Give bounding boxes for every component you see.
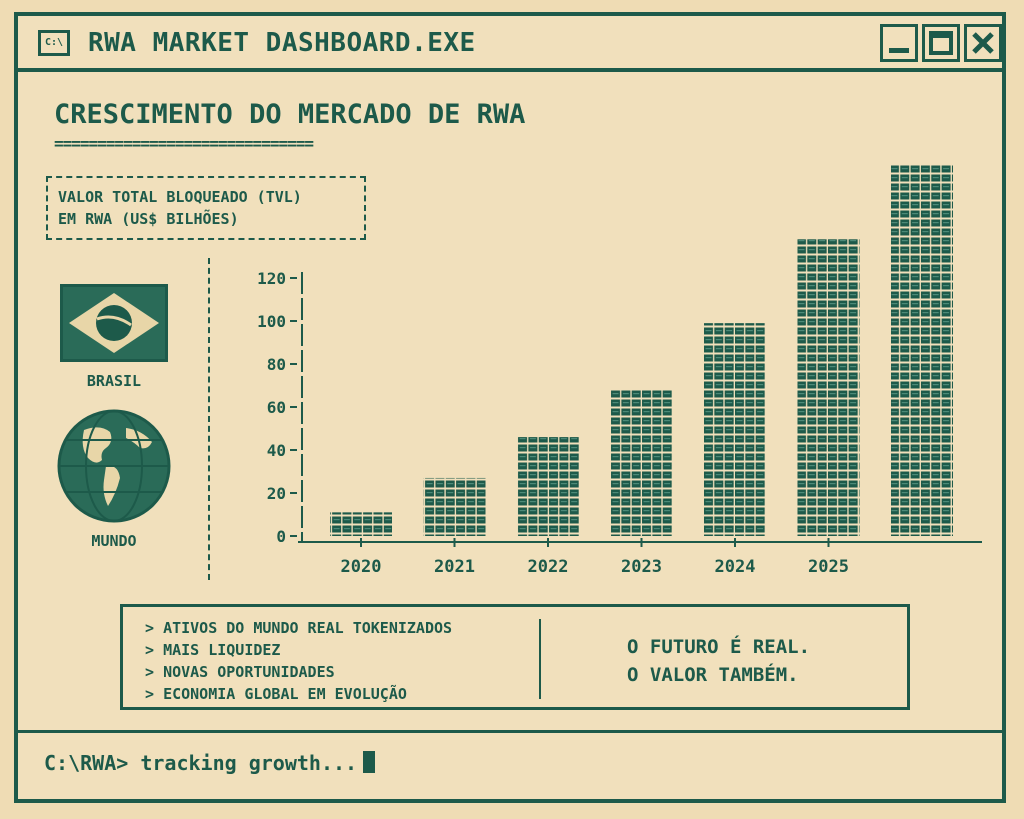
title-bar[interactable]: C:\ RWA MARKET DASHBOARD.EXE (18, 16, 1002, 72)
bar (704, 323, 766, 536)
slogan-line-2: O VALOR TAMBÉM. (627, 664, 799, 686)
cursor (363, 751, 376, 773)
bar (517, 437, 579, 536)
y-tick-label: 20 (267, 484, 286, 503)
close-icon (972, 32, 994, 54)
tvl-bar-chart: 0 20 40 60 80 100 120 2020 2021 2022 2023 2024 2025 (257, 164, 982, 577)
slogan-line-1: O FUTURO É REAL. (627, 636, 811, 658)
feature-item: > NOVAS OPORTUNIDADES (145, 663, 335, 681)
y-tick-label: 0 (276, 527, 286, 546)
maximize-button[interactable] (922, 24, 960, 62)
feature-item: > ATIVOS DO MUNDO REAL TOKENIZADOS (145, 619, 453, 637)
terminal-icon: C:\ (38, 30, 70, 56)
feature-item: > MAIS LIQUIDEZ (145, 641, 281, 659)
bar (330, 512, 392, 536)
bar (610, 389, 673, 536)
close-button[interactable] (964, 24, 1002, 62)
terminal-bar[interactable]: C:\RWA> tracking growth... (18, 730, 1002, 796)
y-tick-label: 40 (267, 441, 286, 460)
terminal-prompt: C:\RWA> tracking growth... (44, 751, 376, 775)
y-tick-label: 80 (267, 355, 286, 374)
feature-item: > ECONOMIA GLOBAL EM EVOLUÇÃO (145, 685, 407, 703)
x-tick-label: 2021 (434, 557, 475, 577)
y-tick-label: 120 (257, 269, 286, 288)
slogan: O FUTURO É REAL. O VALOR TAMBÉM. (627, 633, 810, 689)
brazil-label: BRASIL (86, 372, 142, 390)
bar (423, 477, 486, 536)
info-separator (539, 619, 541, 699)
brazil-flag-icon (60, 284, 168, 362)
x-tick-label: 2022 (528, 557, 569, 577)
title-underline: ============================== (54, 134, 314, 153)
info-box: > ATIVOS DO MUNDO REAL TOKENIZADOS > MAI… (120, 604, 910, 710)
minimize-button[interactable] (880, 24, 918, 62)
y-tick-label: 100 (257, 312, 286, 331)
bar (891, 164, 953, 537)
minimize-icon (889, 48, 909, 53)
feature-list: > ATIVOS DO MUNDO REAL TOKENIZADOS > MAI… (145, 617, 452, 705)
bar (797, 239, 860, 537)
x-tick-label: 2025 (808, 557, 849, 577)
x-tick-label: 2020 (341, 557, 382, 577)
app-window: C:\ RWA MARKET DASHBOARD.EXE CRESCIMENTO… (14, 12, 1006, 803)
x-tick-label: 2024 (715, 557, 756, 577)
page-title: CRESCIMENTO DO MERCADO DE RWA (54, 99, 526, 130)
prompt-text: C:\RWA> tracking growth... (44, 751, 358, 775)
world-label: MUNDO (91, 532, 137, 550)
maximize-icon (929, 31, 953, 55)
globe-icon (56, 408, 172, 524)
window-title: RWA MARKET DASHBOARD.EXE (88, 28, 476, 58)
x-tick-label: 2023 (621, 557, 662, 577)
y-tick-label: 60 (267, 398, 286, 417)
panel-divider (208, 258, 210, 580)
